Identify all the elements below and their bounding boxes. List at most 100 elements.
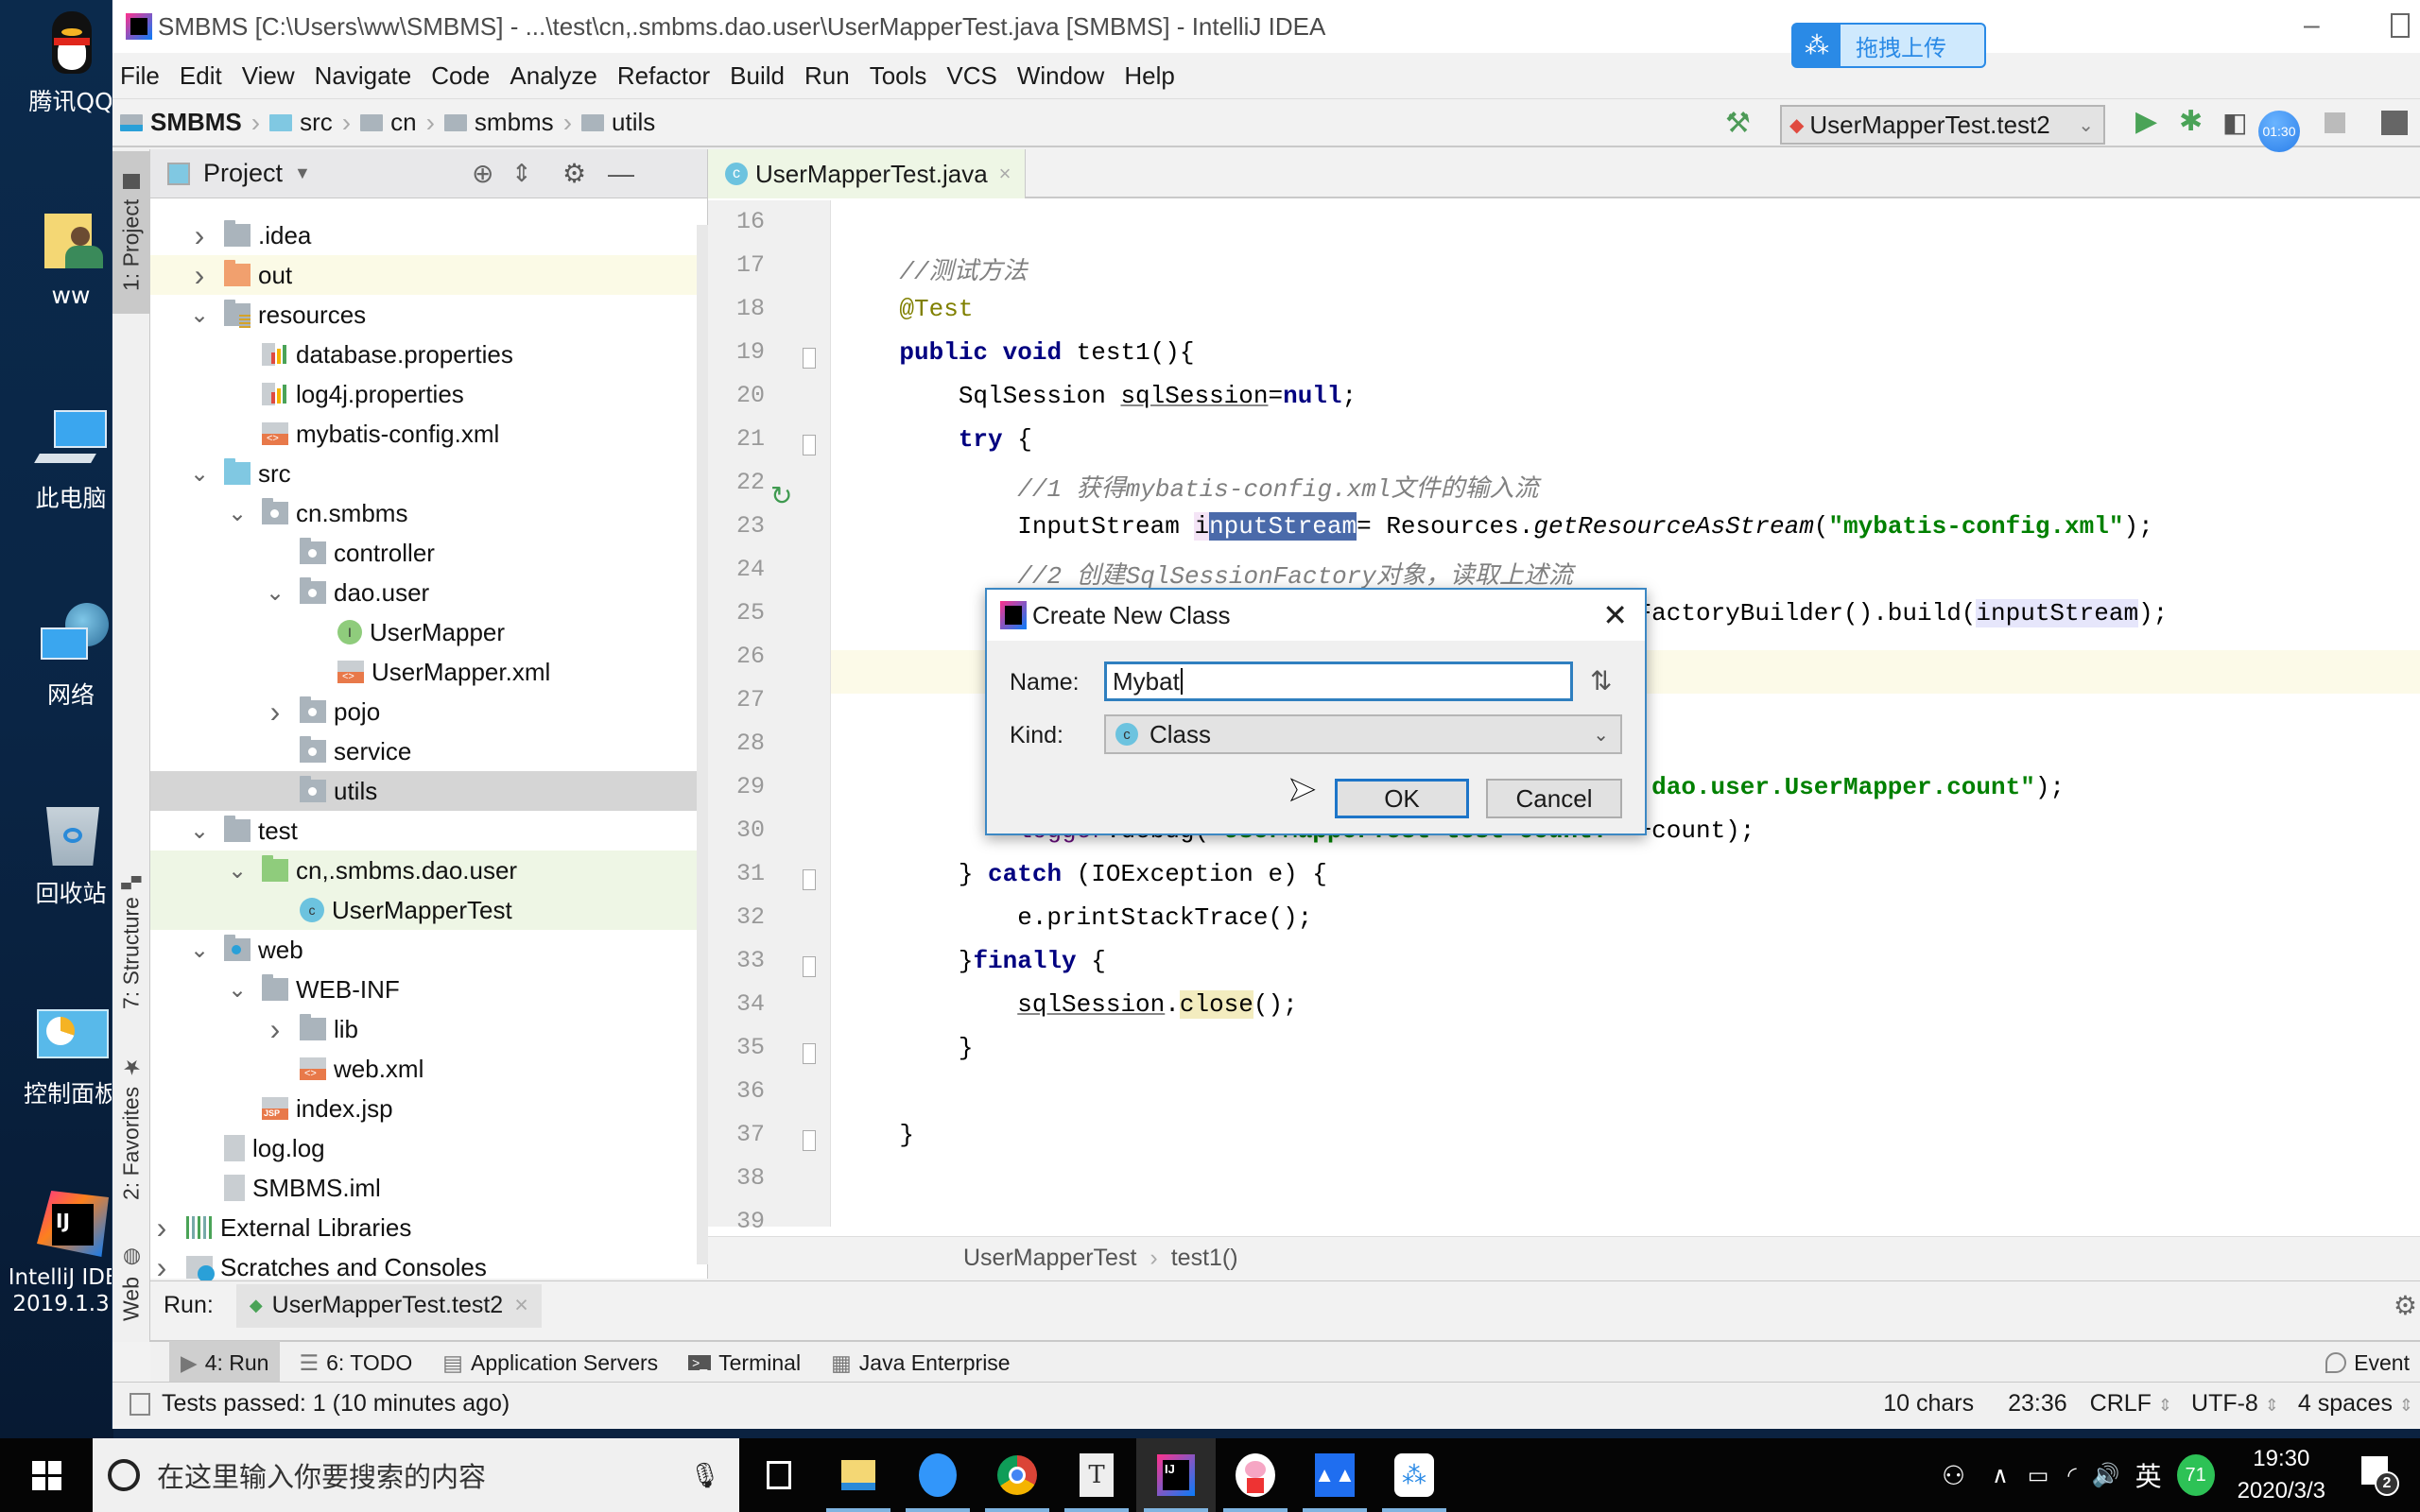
code-line[interactable]: sqlSession.close(); [840, 990, 1298, 1019]
tree-item[interactable]: database.properties [150, 335, 708, 374]
chevron-right-icon[interactable]: › [264, 1012, 286, 1047]
run-config-selector[interactable]: ◆ UserMapperTest.test2 ⌄ [1780, 105, 2105, 145]
tree-item[interactable]: controller [150, 533, 708, 573]
fold-marker-icon[interactable] [803, 1130, 816, 1151]
tree-item[interactable]: ⌄ src [150, 454, 708, 493]
fold-marker-icon[interactable] [803, 348, 816, 369]
run-settings-gear-icon[interactable]: ⚙ [2394, 1290, 2417, 1321]
taskbar-intellij[interactable]: IJ [1136, 1438, 1216, 1512]
taskbar-typora[interactable]: T [1057, 1438, 1136, 1512]
tool-button-todo[interactable]: ☰ 6: TODO [287, 1341, 424, 1384]
ime-indicator[interactable]: 英 [2135, 1456, 2162, 1494]
tree-item[interactable]: utils [150, 771, 708, 811]
tool-tab-project[interactable]: 1: Project [112, 151, 150, 314]
tool-tab-favorites[interactable]: 2: Favorites ★ [112, 1052, 150, 1203]
project-view-selector[interactable]: Project [203, 159, 283, 188]
code-line[interactable]: InputStream inputStream= Resources.getRe… [840, 512, 2153, 541]
status-message[interactable]: Tests passed: 1 (10 minutes ago) [162, 1390, 510, 1418]
menu-help[interactable]: Help [1124, 61, 1174, 91]
tree-item[interactable]: c UserMapperTest [150, 890, 708, 930]
code-line[interactable]: //测试方法 [840, 251, 1027, 286]
chevron-right-icon[interactable]: › [150, 1211, 173, 1246]
chevron-right-icon[interactable]: › [188, 218, 211, 253]
hide-panel-icon[interactable]: — [608, 159, 634, 189]
minimize-button[interactable]: – [2304, 9, 2320, 42]
tool-button-terminal[interactable]: >_ Terminal [677, 1341, 812, 1384]
chevron-right-icon[interactable]: › [188, 258, 211, 293]
run-icon[interactable]: ▶ [2135, 105, 2157, 138]
tree-item[interactable]: service [150, 731, 708, 771]
run-test-gutter-icon[interactable]: ↻ [770, 480, 792, 511]
close-run-tab-icon[interactable]: × [514, 1292, 528, 1319]
taskbar-dingtalk[interactable] [898, 1438, 977, 1512]
chevron-down-icon[interactable]: ⌄ [188, 817, 211, 845]
project-structure-icon[interactable] [2381, 111, 2408, 135]
menu-run[interactable]: Run [804, 61, 850, 91]
wifi-icon[interactable]: ◜ [2067, 1462, 2076, 1489]
fold-marker-icon[interactable] [803, 869, 816, 890]
file-encoding[interactable]: UTF-8 ⇕ [2191, 1390, 2279, 1418]
gear-icon[interactable]: ⚙ [562, 158, 586, 189]
chevron-down-icon[interactable]: ⌄ [188, 936, 211, 964]
code-line[interactable]: } catch (IOException e) { [840, 860, 1327, 888]
menu-window[interactable]: Window [1017, 61, 1104, 91]
menu-refactor[interactable]: Refactor [617, 61, 710, 91]
tree-item[interactable]: › out [150, 255, 708, 295]
chevron-down-icon[interactable]: ⌄ [226, 976, 249, 1004]
dropdown-arrow-icon[interactable]: ▼ [294, 163, 311, 183]
tree-item[interactable]: ⌄ cn.smbms [150, 493, 708, 533]
code-line[interactable]: //2 创建SqlSessionFactory对象，读取上述流 [840, 556, 1573, 591]
taskbar-file-explorer[interactable] [819, 1438, 898, 1512]
breadcrumb-smbms-pkg[interactable]: smbms [437, 108, 554, 137]
locate-crosshair-icon[interactable]: ⊕ [472, 158, 493, 189]
breadcrumb-src[interactable]: src [262, 108, 333, 137]
tool-button-run[interactable]: ▶ 4: Run [169, 1341, 281, 1384]
menu-navigate[interactable]: Navigate [315, 61, 412, 91]
chevron-down-icon[interactable]: ⌄ [264, 579, 286, 607]
tree-item[interactable]: › pojo [150, 692, 708, 731]
close-dialog-icon[interactable]: ✕ [1602, 597, 1628, 633]
volume-icon[interactable]: 🔊 [2092, 1462, 2120, 1489]
taskbar-peppa[interactable] [1216, 1438, 1295, 1512]
tree-item[interactable]: SMBMS.iml [150, 1168, 708, 1208]
editor-tab-usermappertest[interactable]: c UserMapperTest.java × [708, 149, 1026, 198]
cancel-button[interactable]: Cancel [1486, 779, 1622, 818]
code-line[interactable]: //1 获得mybatis-config.xml文件的输入流 [840, 469, 1538, 504]
code-line[interactable]: e.printStackTrace(); [840, 903, 1312, 932]
tree-item[interactable]: ⌄ cn,.smbms.dao.user [150, 850, 708, 890]
tree-item[interactable]: I UserMapper [150, 612, 708, 652]
code-line[interactable]: } [840, 1121, 914, 1149]
tree-scrollbar[interactable] [697, 225, 708, 1264]
show-hidden-icons-chevron[interactable]: ∧ [1992, 1462, 2009, 1489]
tree-item[interactable]: <> web.xml [150, 1049, 708, 1089]
ok-button[interactable]: OK [1335, 779, 1469, 818]
debug-bug-icon[interactable]: ✱ [2179, 105, 2203, 138]
menu-edit[interactable]: Edit [180, 61, 222, 91]
breadcrumb-cn[interactable]: cn [353, 108, 417, 137]
tool-button-java-enterprise[interactable]: ▦ Java Enterprise [820, 1341, 1022, 1384]
indent-setting[interactable]: 4 spaces ⇕ [2298, 1390, 2413, 1418]
chevron-down-icon[interactable]: ⌄ [188, 301, 211, 329]
tree-item[interactable]: ⌄ dao.user [150, 573, 708, 612]
line-separator[interactable]: CRLF ⇕ [2090, 1390, 2172, 1418]
menu-vcs[interactable]: VCS [946, 61, 996, 91]
fold-marker-icon[interactable] [803, 1043, 816, 1064]
tree-item[interactable]: › .idea [150, 215, 708, 255]
taskbar-baidu-netdisk[interactable]: ⁂ [1374, 1438, 1454, 1512]
action-center-button[interactable]: 2 [2360, 1454, 2401, 1496]
start-button[interactable] [0, 1438, 93, 1512]
people-icon[interactable]: ⚇ [1942, 1460, 1965, 1491]
code-line[interactable]: } [840, 1034, 974, 1062]
tree-item[interactable]: <> UserMapper.xml [150, 652, 708, 692]
code-line[interactable]: try { [840, 425, 1032, 454]
sort-arrows-icon[interactable]: ⇅ [1590, 665, 1612, 696]
breadcrumb-class[interactable]: UserMapperTest [963, 1245, 1136, 1272]
fold-marker-icon[interactable] [803, 435, 816, 455]
tool-button-application-servers[interactable]: ▤ Application Servers [431, 1341, 669, 1384]
class-name-input[interactable]: Mybat [1104, 662, 1573, 701]
tree-item[interactable]: ⌄ resources [150, 295, 708, 335]
tool-button-event-log[interactable]: Event [2314, 1341, 2420, 1384]
taskbar-chrome[interactable] [977, 1438, 1057, 1512]
caret-position[interactable]: 23:36 [2008, 1390, 2067, 1418]
menu-view[interactable]: View [242, 61, 295, 91]
